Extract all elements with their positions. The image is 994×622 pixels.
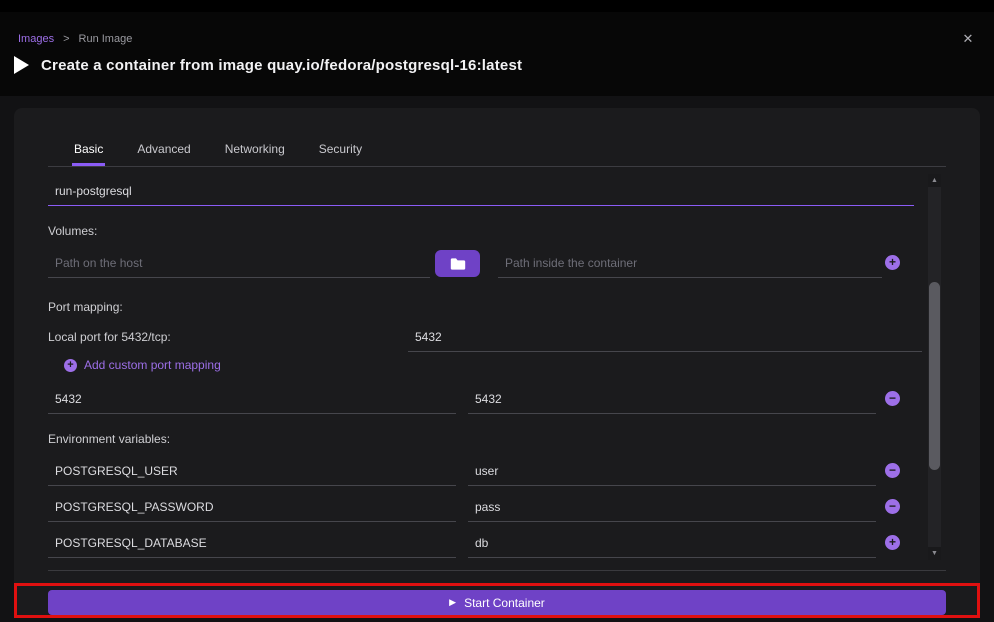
custom-port-container-input[interactable] <box>468 384 876 414</box>
annotation-highlight: ▶ Start Container <box>14 583 980 618</box>
add-volume-button[interactable]: + <box>885 255 900 270</box>
breadcrumb-link-images[interactable]: Images <box>18 33 54 45</box>
run-image-page: Images > Run Image ✕ Create a container … <box>0 0 994 622</box>
title-row: Create a container from image quay.io/fe… <box>14 56 522 74</box>
folder-icon <box>450 257 466 271</box>
scrollbar[interactable]: ▲ ▼ <box>928 174 941 560</box>
env-name-input[interactable] <box>48 492 456 522</box>
volume-host-input[interactable] <box>48 248 430 278</box>
port-mapping-label: Port mapping: <box>48 300 123 314</box>
page-header: Images > Run Image ✕ Create a container … <box>0 12 994 96</box>
breadcrumb-current: Run Image <box>79 33 133 45</box>
start-container-label: Start Container <box>464 596 545 610</box>
minus-icon: − <box>889 392 896 405</box>
plus-circle-icon: + <box>64 359 77 372</box>
env-remove-button[interactable]: − <box>885 499 900 514</box>
close-button[interactable]: ✕ <box>958 29 978 49</box>
tab-networking[interactable]: Networking <box>223 134 287 166</box>
start-container-button[interactable]: ▶ Start Container <box>48 590 946 615</box>
play-icon: ▶ <box>449 597 456 608</box>
scroll-down-button[interactable]: ▼ <box>928 547 941 560</box>
form-panel: Basic Advanced Networking Security Volum… <box>14 108 980 618</box>
minus-icon: − <box>889 500 896 513</box>
plus-icon: + <box>67 359 73 371</box>
scroll-thumb[interactable] <box>929 282 940 470</box>
tab-advanced[interactable]: Advanced <box>135 134 192 166</box>
content-area: Basic Advanced Networking Security Volum… <box>0 96 994 622</box>
tab-security-label: Security <box>319 142 362 156</box>
env-name-input[interactable] <box>48 456 456 486</box>
tab-advanced-label: Advanced <box>137 142 190 156</box>
container-name-input[interactable] <box>48 176 914 206</box>
env-variables-label: Environment variables: <box>48 432 170 446</box>
footer-separator <box>48 570 946 571</box>
volume-browse-button[interactable] <box>435 250 480 277</box>
local-port-input[interactable] <box>408 322 922 352</box>
tab-bar: Basic Advanced Networking Security <box>48 134 946 167</box>
plus-icon: + <box>889 256 896 269</box>
env-remove-button[interactable]: − <box>885 463 900 478</box>
close-icon: ✕ <box>963 31 974 47</box>
page-title: Create a container from image quay.io/fe… <box>41 57 522 74</box>
breadcrumb-separator-icon: > <box>63 33 69 45</box>
add-custom-port-label: Add custom port mapping <box>84 358 221 372</box>
breadcrumb: Images > Run Image <box>18 33 132 45</box>
env-value-input[interactable] <box>468 456 876 486</box>
env-add-button[interactable]: + <box>885 535 900 550</box>
tab-security[interactable]: Security <box>317 134 364 166</box>
remove-port-mapping-button[interactable]: − <box>885 391 900 406</box>
scroll-up-icon: ▲ <box>931 177 938 184</box>
custom-port-host-input[interactable] <box>48 384 456 414</box>
play-icon <box>14 56 29 74</box>
env-value-input[interactable] <box>468 492 876 522</box>
window-titlebar <box>0 0 994 12</box>
scroll-down-icon: ▼ <box>931 550 938 557</box>
plus-icon: + <box>889 536 896 549</box>
tab-basic[interactable]: Basic <box>72 134 105 166</box>
env-name-input[interactable] <box>48 528 456 558</box>
env-value-input[interactable] <box>468 528 876 558</box>
minus-icon: − <box>889 464 896 477</box>
volume-container-input[interactable] <box>498 248 882 278</box>
tab-basic-label: Basic <box>74 142 103 156</box>
local-port-label: Local port for 5432/tcp: <box>48 330 171 344</box>
volumes-label: Volumes: <box>48 224 97 238</box>
add-custom-port-mapping-link[interactable]: + Add custom port mapping <box>64 358 221 372</box>
scroll-up-button[interactable]: ▲ <box>928 174 941 187</box>
tab-networking-label: Networking <box>225 142 285 156</box>
